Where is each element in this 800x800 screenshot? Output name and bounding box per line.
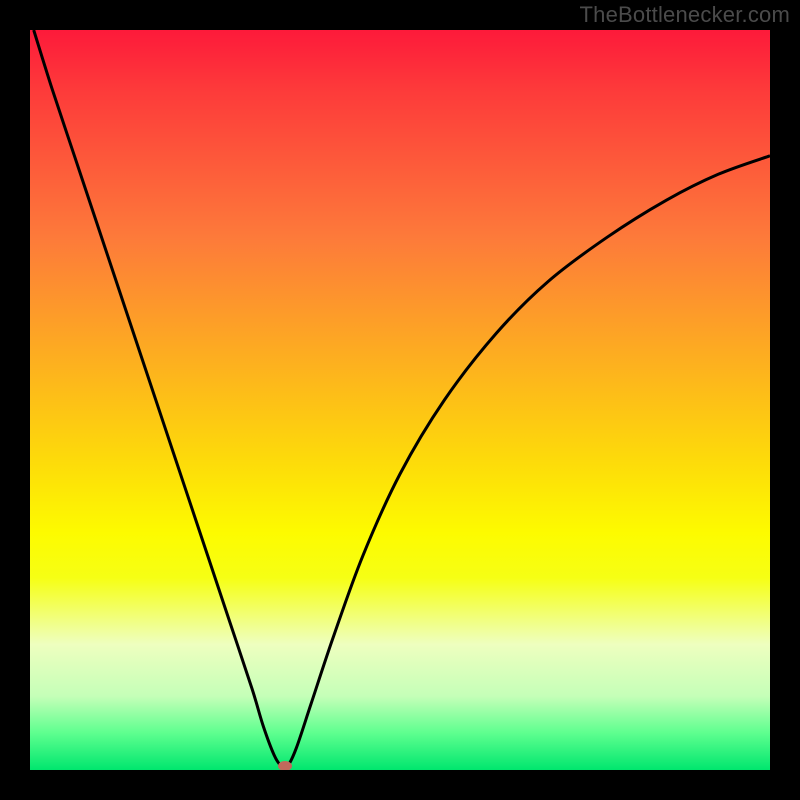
bottleneck-curve xyxy=(30,30,770,770)
watermark-text: TheBottlenecker.com xyxy=(580,2,790,28)
chart-frame: TheBottlenecker.com xyxy=(0,0,800,800)
optimal-point-marker xyxy=(278,761,292,770)
plot-area xyxy=(30,30,770,770)
